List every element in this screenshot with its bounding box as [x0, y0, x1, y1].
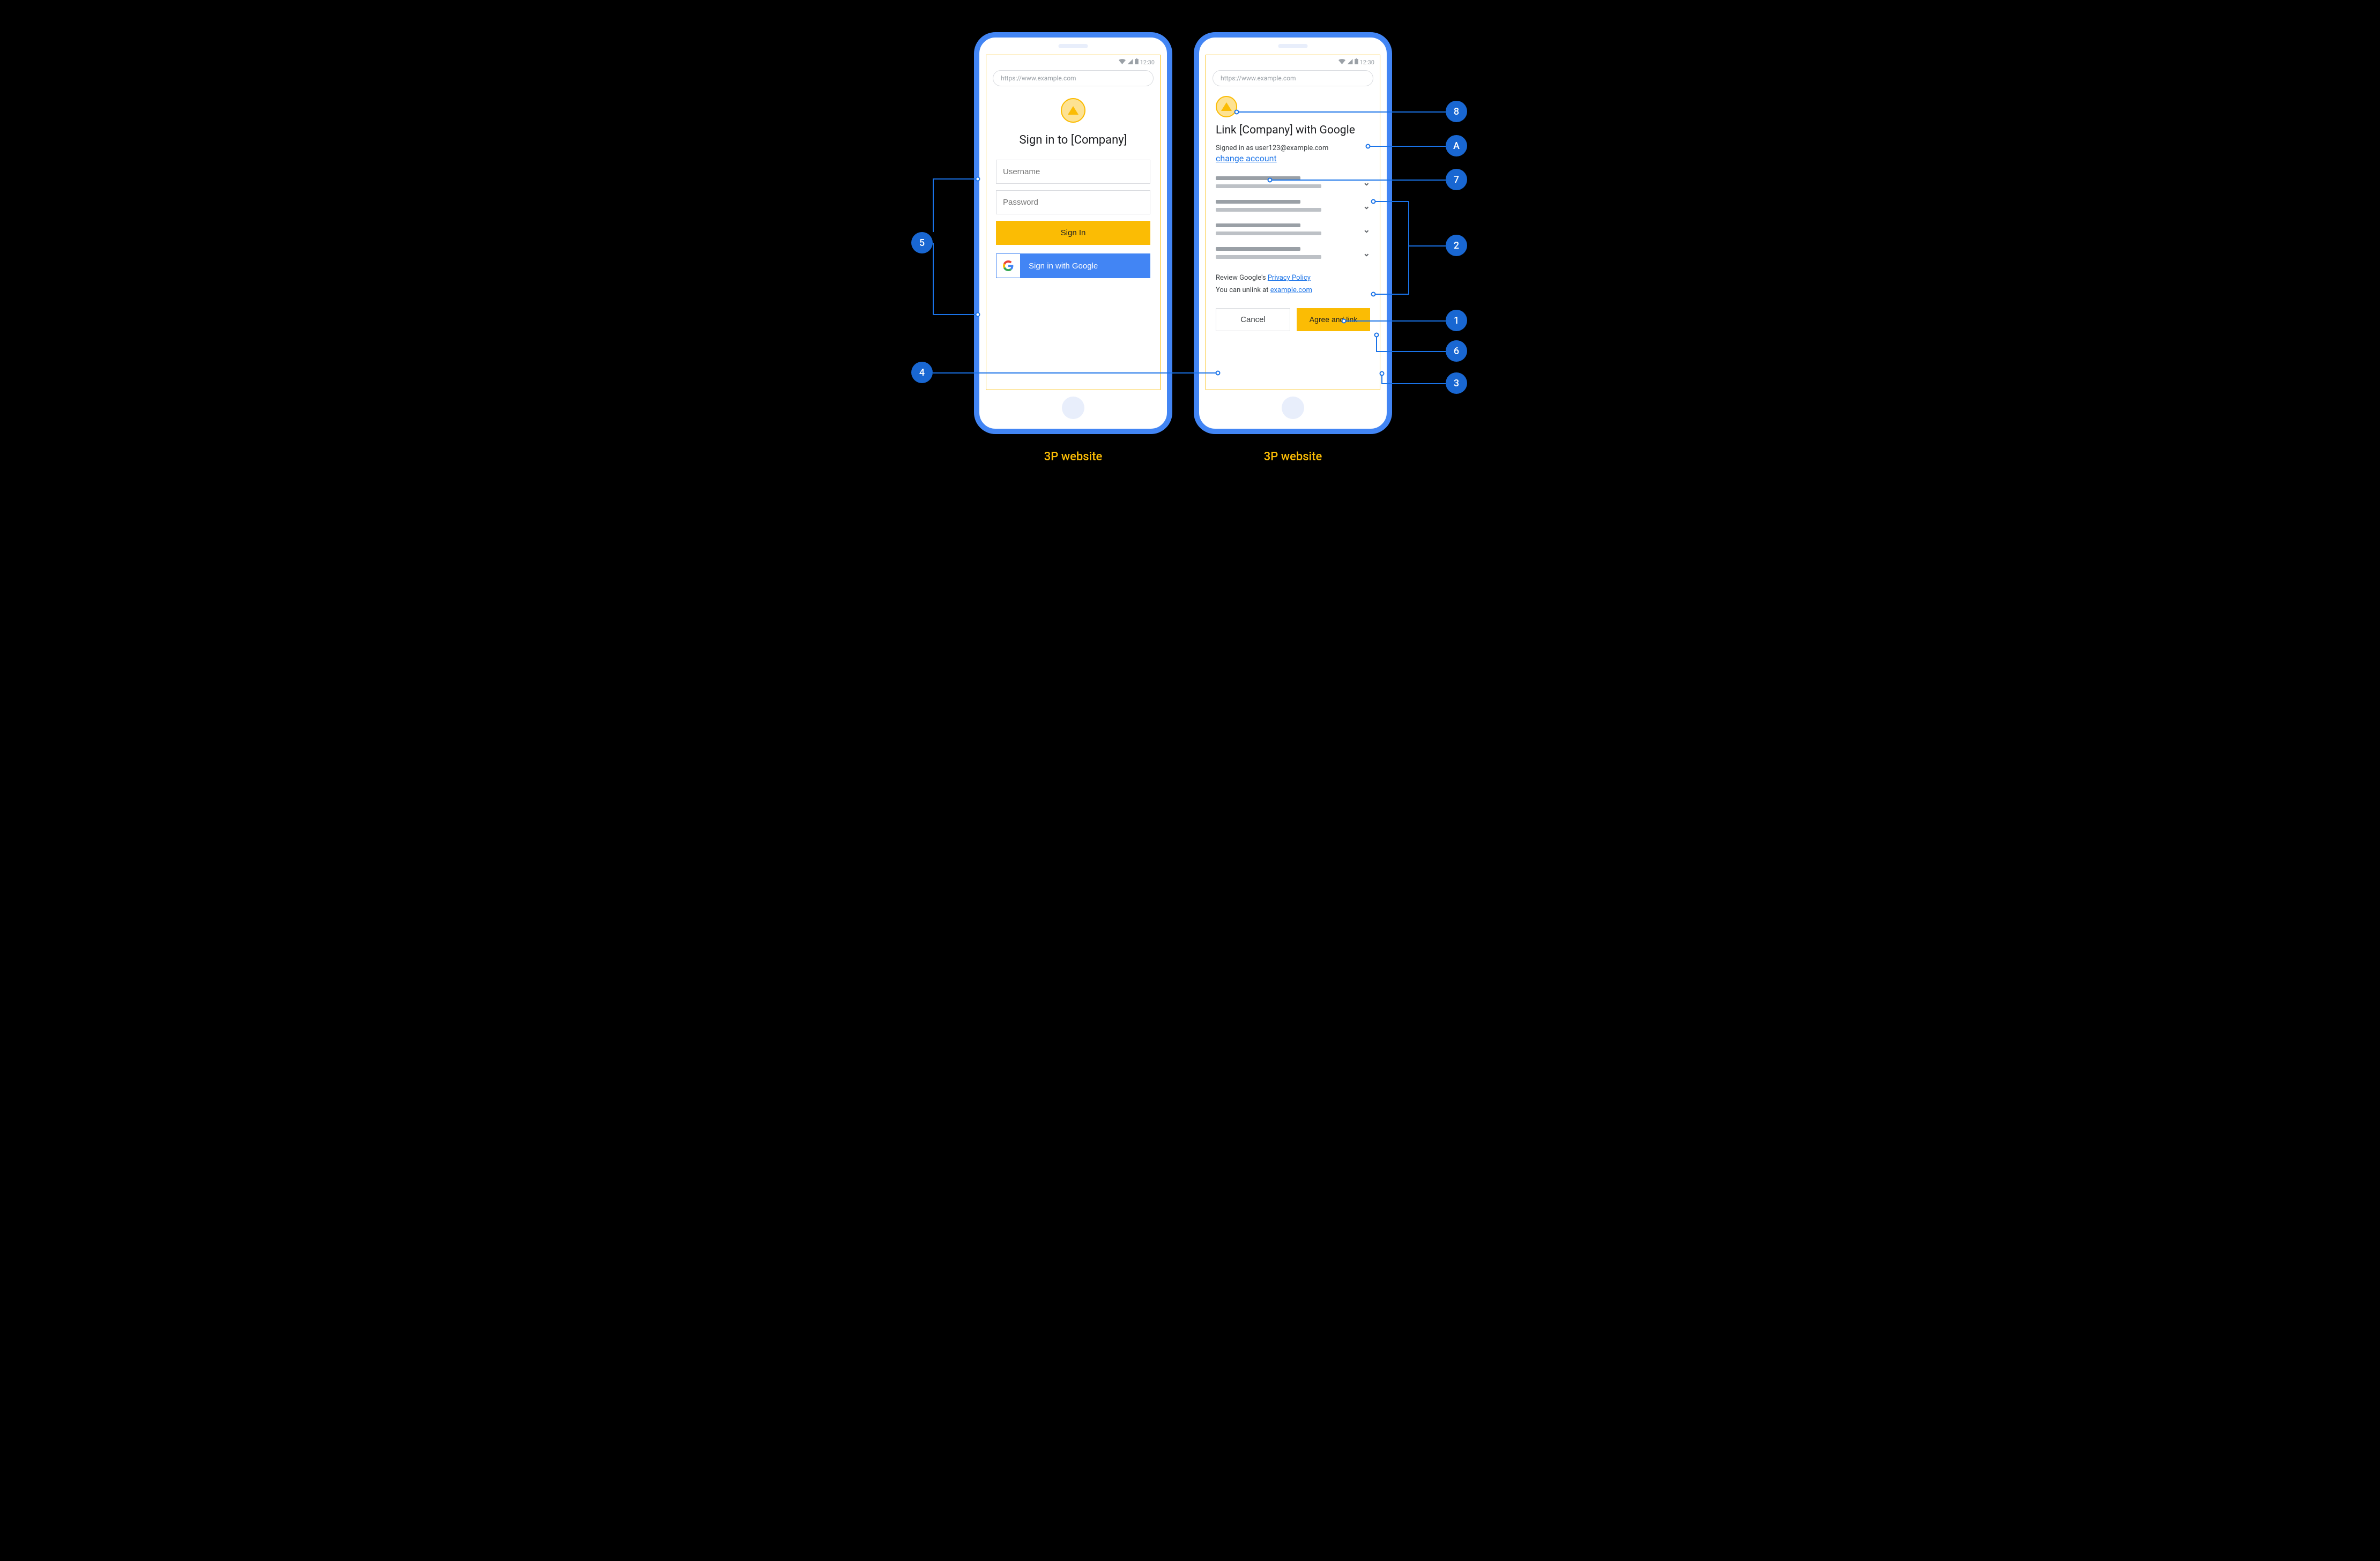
callout-3: 3: [1446, 372, 1467, 394]
connector-line: [933, 178, 976, 180]
phone-signin: 12:30 https://www.example.com Sign in to…: [974, 32, 1172, 434]
connector-line: [1381, 383, 1446, 384]
connector-dot: [1374, 333, 1379, 338]
connector-line: [1376, 351, 1446, 352]
connector-dot: [976, 312, 980, 317]
screen-signin: 12:30 https://www.example.com Sign in to…: [986, 55, 1161, 390]
caption-left: 3P website: [974, 450, 1172, 464]
connector-dot: [1342, 319, 1347, 324]
permission-row: ⌄: [1216, 219, 1370, 243]
permission-row: ⌄: [1216, 196, 1370, 219]
speaker-slot: [1278, 44, 1308, 48]
connector-dot: [976, 177, 980, 182]
connector-line: [1408, 201, 1409, 295]
callout-2: 2: [1446, 235, 1467, 256]
unlink-line: You can unlink at example.com: [1216, 285, 1370, 296]
connector-line: [1344, 320, 1446, 322]
cancel-button[interactable]: Cancel: [1216, 308, 1290, 331]
signin-content: Sign in to [Company] Sign In Sign in wit…: [986, 94, 1160, 390]
signed-in-text: Signed in as user123@example.com: [1216, 144, 1370, 152]
company-logo-icon: [1061, 98, 1085, 123]
connector-dot: [1268, 178, 1273, 183]
permission-text: [1216, 200, 1363, 216]
connector-line: [1237, 111, 1446, 113]
consent-content: Link [Company] with Google Signed in as …: [1206, 94, 1380, 390]
connector-line: [933, 178, 934, 232]
connector-line: [1373, 201, 1409, 202]
callout-7: 7: [1446, 169, 1467, 190]
status-time: 12:30: [1360, 59, 1374, 66]
company-logo-icon: [1216, 96, 1237, 117]
signin-title: Sign in to [Company]: [996, 133, 1150, 147]
status-bar: 12:30: [986, 55, 1160, 67]
speaker-slot: [1059, 44, 1088, 48]
permission-text: [1216, 247, 1363, 263]
url-bar[interactable]: https://www.example.com: [1213, 70, 1373, 86]
home-button[interactable]: [1062, 397, 1084, 419]
status-time: 12:30: [1140, 59, 1155, 66]
permission-text: [1216, 223, 1363, 240]
privacy-policy-link[interactable]: Privacy Policy: [1268, 274, 1311, 282]
password-input[interactable]: [996, 190, 1150, 214]
consent-title: Link [Company] with Google: [1216, 124, 1370, 137]
unlink-prefix: You can unlink at: [1216, 286, 1270, 294]
connector-line: [1376, 335, 1377, 352]
button-row: Cancel Agree and link: [1216, 308, 1370, 331]
google-logo-icon: [996, 254, 1020, 278]
callout-6: 6: [1446, 340, 1467, 362]
callout-A: A: [1446, 135, 1467, 156]
callout-4: 4: [911, 362, 933, 383]
chevron-down-icon[interactable]: ⌄: [1363, 201, 1370, 211]
connector-line: [933, 314, 976, 315]
chevron-down-icon[interactable]: ⌄: [1363, 177, 1370, 188]
connector-line: [933, 372, 1216, 374]
unlink-link[interactable]: example.com: [1270, 286, 1312, 294]
connector-line: [933, 243, 934, 314]
url-bar[interactable]: https://www.example.com: [993, 70, 1154, 86]
wifi-icon: [1338, 59, 1345, 66]
change-account-link[interactable]: change account: [1216, 153, 1277, 163]
battery-icon: [1355, 58, 1358, 66]
chevron-down-icon[interactable]: ⌄: [1363, 225, 1370, 235]
cell-icon: [1127, 59, 1133, 66]
google-signin-button[interactable]: Sign in with Google: [996, 253, 1150, 278]
callout-5: 5: [911, 232, 933, 253]
connector-line: [1373, 294, 1409, 295]
connector-dot: [1234, 110, 1239, 115]
privacy-line: Review Google's Privacy Policy: [1216, 273, 1370, 284]
caption-right: 3P website: [1194, 450, 1392, 464]
phone-consent: 12:30 https://www.example.com Link [Comp…: [1194, 32, 1392, 434]
status-bar: 12:30: [1206, 55, 1380, 67]
username-input[interactable]: [996, 160, 1150, 184]
connector-line: [1408, 245, 1446, 247]
chevron-down-icon[interactable]: ⌄: [1363, 248, 1370, 258]
connector-line: [1368, 146, 1446, 147]
home-button[interactable]: [1282, 397, 1304, 419]
review-prefix: Review Google's: [1216, 274, 1268, 282]
screen-consent: 12:30 https://www.example.com Link [Comp…: [1206, 55, 1380, 390]
cell-icon: [1347, 59, 1353, 66]
permission-row: ⌄: [1216, 243, 1370, 266]
connector-dot: [1371, 292, 1376, 297]
connector-line: [1270, 180, 1446, 181]
permissions-list: ⌄ ⌄ ⌄ ⌄: [1216, 172, 1370, 266]
connector-dot: [1366, 144, 1371, 149]
diagram-stage: 12:30 https://www.example.com Sign in to…: [824, 21, 1556, 502]
connector-dot: [1380, 371, 1385, 376]
permission-text: [1216, 176, 1363, 192]
connector-dot: [1371, 199, 1376, 204]
wifi-icon: [1119, 59, 1126, 66]
signin-button[interactable]: Sign In: [996, 221, 1150, 245]
callout-8: 8: [1446, 101, 1467, 122]
battery-icon: [1135, 58, 1139, 66]
callout-1: 1: [1446, 310, 1467, 331]
google-signin-label: Sign in with Google: [1029, 262, 1098, 271]
agree-link-button[interactable]: Agree and link: [1297, 308, 1370, 331]
permission-row: ⌄: [1216, 172, 1370, 196]
connector-dot: [1216, 371, 1221, 376]
